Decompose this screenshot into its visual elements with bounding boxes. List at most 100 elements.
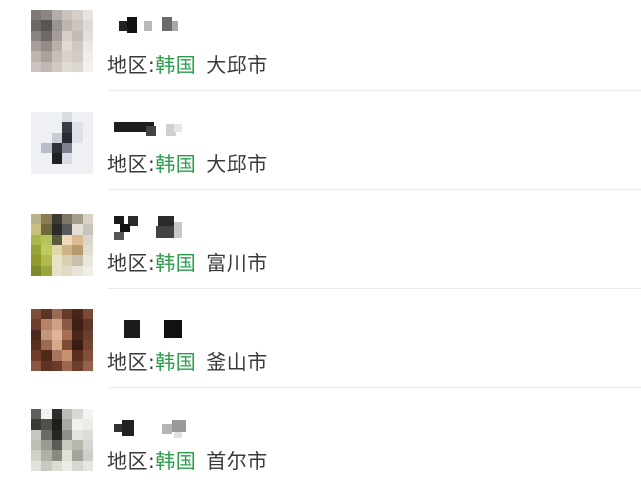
avatar[interactable] xyxy=(31,214,93,276)
list-item[interactable]: 地区:韩国 釜山市 xyxy=(0,297,641,396)
avatar-mosaic-cell xyxy=(72,20,83,31)
avatar-mosaic-cell xyxy=(31,265,42,276)
avatar-mosaic-cell xyxy=(31,409,42,420)
avatar-mosaic-cell xyxy=(41,350,52,361)
avatar-mosaic-cell xyxy=(41,30,52,41)
avatar-mosaic-cell xyxy=(41,61,52,72)
avatar-mosaic-cell xyxy=(82,450,93,461)
avatar-mosaic-cell xyxy=(82,10,93,21)
avatar-mosaic-cell xyxy=(72,153,83,164)
avatar-mosaic-cell xyxy=(82,122,93,133)
contact-list: 地区:韩国 大邱市 地区:韩国 大邱市 地区:韩国 富川市 地区:韩国 釜山市 … xyxy=(0,0,641,486)
avatar-mosaic-cell xyxy=(31,214,42,225)
avatar-mosaic-cell xyxy=(41,20,52,31)
avatar[interactable] xyxy=(31,10,93,72)
avatar-mosaic-cell xyxy=(41,163,52,174)
avatar-mosaic-cell xyxy=(82,40,93,52)
avatar-mosaic-cell xyxy=(41,122,52,133)
avatar-mosaic-cell xyxy=(51,163,62,174)
avatar-mosaic-cell xyxy=(41,409,52,420)
name-redacted xyxy=(112,17,192,41)
avatar-mosaic-cell xyxy=(61,419,73,430)
avatar-mosaic-cell xyxy=(31,10,42,21)
avatar-mosaic-cell xyxy=(31,255,42,266)
avatar-mosaic-cell xyxy=(61,61,73,72)
avatar-mosaic-cell xyxy=(51,265,62,276)
avatar-mosaic-cell xyxy=(82,234,93,245)
avatar-mosaic-cell xyxy=(41,112,52,123)
avatar[interactable] xyxy=(31,309,93,371)
region-city: 首尔市 xyxy=(206,449,268,473)
avatar-mosaic-cell xyxy=(72,122,83,133)
list-item[interactable]: 地区:韩国 大邱市 xyxy=(0,0,641,99)
avatar-mosaic-cell xyxy=(72,439,83,451)
avatar-mosaic-cell xyxy=(51,460,62,471)
avatar-mosaic-cell xyxy=(72,244,83,256)
name-redacted xyxy=(112,420,192,444)
avatar-mosaic-cell xyxy=(61,224,73,235)
avatar-mosaic-cell xyxy=(51,51,62,62)
avatar-mosaic-cell xyxy=(61,40,73,52)
avatar-mosaic-cell xyxy=(41,360,52,371)
avatar-mosaic-cell xyxy=(31,51,42,62)
divider xyxy=(108,387,641,388)
avatar-mosaic-cell xyxy=(31,309,42,320)
avatar-mosaic-cell xyxy=(61,429,73,440)
avatar-mosaic-cell xyxy=(61,122,73,133)
avatar-mosaic-cell xyxy=(51,234,62,245)
region-text: 地区:韩国 大邱市 xyxy=(107,49,268,78)
avatar-mosaic-cell xyxy=(72,419,83,430)
avatar-mosaic-cell xyxy=(51,409,62,420)
avatar-mosaic-cell xyxy=(72,61,83,72)
avatar-mosaic-cell xyxy=(61,153,73,164)
avatar-mosaic-cell xyxy=(51,309,62,320)
avatar-mosaic-cell xyxy=(41,234,52,245)
avatar-mosaic-cell xyxy=(61,10,73,21)
avatar-mosaic-cell xyxy=(51,142,62,154)
avatar-mosaic-cell xyxy=(31,153,42,164)
avatar-mosaic-cell xyxy=(82,350,93,361)
avatar-mosaic-cell xyxy=(82,460,93,471)
region-label: 地区: xyxy=(107,251,156,275)
avatar-mosaic-cell xyxy=(61,409,73,420)
avatar-mosaic-cell xyxy=(82,319,93,330)
avatar-mosaic-cell xyxy=(51,40,62,52)
avatar-mosaic-cell xyxy=(61,255,73,266)
avatar-mosaic-cell xyxy=(61,450,73,461)
avatar-mosaic-cell xyxy=(41,439,52,451)
avatar-mosaic-cell xyxy=(31,450,42,461)
avatar[interactable] xyxy=(31,112,93,174)
avatar[interactable] xyxy=(31,409,93,471)
list-item[interactable]: 地区:韩国 富川市 xyxy=(0,198,641,297)
avatar-mosaic-cell xyxy=(41,339,52,351)
avatar-mosaic-cell xyxy=(72,51,83,62)
avatar-mosaic-cell xyxy=(51,30,62,41)
avatar-mosaic-cell xyxy=(41,265,52,276)
avatar-mosaic-cell xyxy=(31,142,42,154)
region-label: 地区: xyxy=(107,152,156,176)
list-item[interactable]: 地区:韩国 首尔市 xyxy=(0,396,641,495)
avatar-mosaic-cell xyxy=(61,132,73,143)
avatar-mosaic-cell xyxy=(61,163,73,174)
avatar-mosaic-cell xyxy=(31,329,42,340)
avatar-mosaic-cell xyxy=(72,224,83,235)
avatar-mosaic-cell xyxy=(51,439,62,451)
list-item[interactable]: 地区:韩国 大邱市 xyxy=(0,99,641,198)
avatar-mosaic-cell xyxy=(82,429,93,440)
avatar-mosaic-cell xyxy=(41,309,52,320)
avatar-mosaic-cell xyxy=(51,224,62,235)
avatar-mosaic-cell xyxy=(82,255,93,266)
avatar-mosaic-cell xyxy=(51,10,62,21)
avatar-mosaic-cell xyxy=(51,419,62,430)
avatar-mosaic-cell xyxy=(72,309,83,320)
avatar-mosaic-cell xyxy=(82,51,93,62)
avatar-mosaic-cell xyxy=(72,429,83,440)
avatar-mosaic-cell xyxy=(82,329,93,340)
avatar-mosaic-cell xyxy=(82,244,93,256)
avatar-mosaic-cell xyxy=(41,460,52,471)
divider xyxy=(108,189,641,190)
avatar-mosaic-cell xyxy=(72,339,83,351)
avatar-mosaic-cell xyxy=(72,234,83,245)
avatar-mosaic-cell xyxy=(51,319,62,330)
avatar-mosaic-cell xyxy=(41,429,52,440)
